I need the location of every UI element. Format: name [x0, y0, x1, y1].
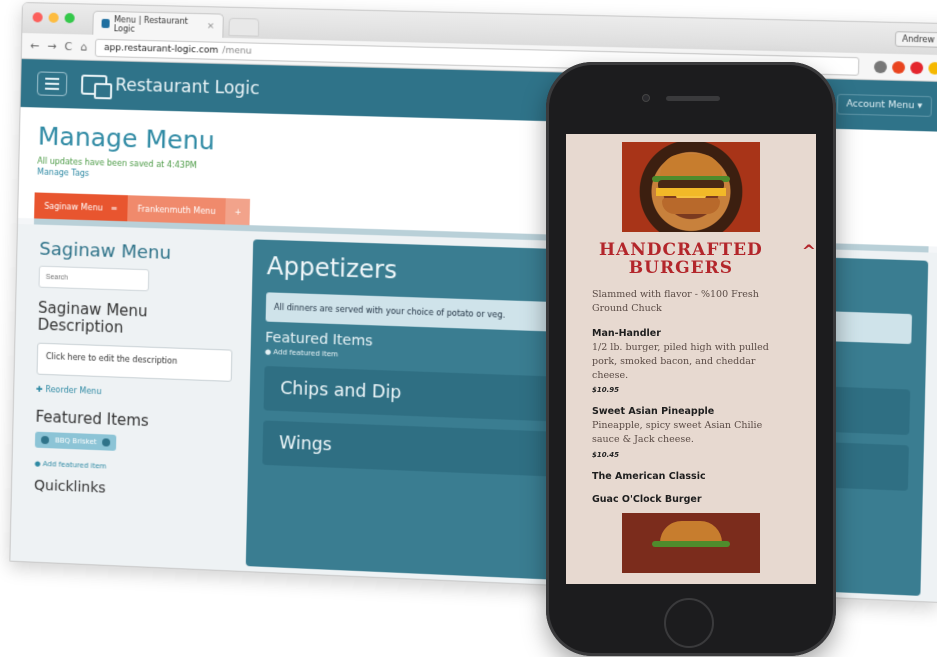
- item-name: The American Classic: [592, 471, 706, 483]
- camera-icon: [642, 94, 650, 102]
- item-description: Pineapple, spicy sweet Asian Chilie sauc…: [592, 420, 763, 446]
- description-editor[interactable]: Click here to edit the description: [36, 342, 233, 382]
- item-name: Sweet Asian Pineapple: [592, 406, 715, 418]
- tab-label: Saginaw Menu: [44, 201, 103, 213]
- phone-screen: HANDCRAFTED BURGERS ^ Slammed with flavo…: [566, 134, 816, 584]
- add-featured-label: Add featured item: [273, 348, 339, 359]
- browser-tab[interactable]: Menu | Restaurant Logic ×: [92, 10, 224, 38]
- window-controls: [32, 12, 75, 24]
- chip-label: BBQ Brisket: [54, 435, 97, 446]
- item-name: Guac O'Clock Burger: [592, 494, 702, 506]
- add-featured-link[interactable]: ● Add featured item: [34, 459, 229, 475]
- extension-icon[interactable]: [928, 61, 937, 75]
- featured-item-chip[interactable]: BBQ Brisket: [34, 431, 117, 451]
- search-input[interactable]: [38, 265, 150, 292]
- brand-name: Restaurant Logic: [115, 75, 260, 100]
- close-tab-icon[interactable]: ×: [207, 21, 215, 31]
- home-button[interactable]: [664, 598, 714, 648]
- menu-item[interactable]: Man-Handler 1/2 lb. burger, piled high w…: [566, 328, 816, 394]
- close-window-button[interactable]: [32, 12, 43, 23]
- zoom-window-button[interactable]: [64, 12, 75, 24]
- description-heading: Saginaw Menu Description: [37, 298, 148, 337]
- burger-photo: [622, 142, 760, 232]
- reorder-menu-link[interactable]: ✚ Reorder Menu: [36, 384, 231, 400]
- favicon-icon: [101, 18, 110, 29]
- chat-logo-icon: [80, 74, 108, 96]
- item-name: Man-Handler: [592, 328, 661, 340]
- phone-mockup: HANDCRAFTED BURGERS ^ Slammed with flavo…: [546, 62, 836, 656]
- section-heading[interactable]: HANDCRAFTED BURGERS ^: [566, 240, 816, 278]
- extension-icon[interactable]: [873, 60, 888, 73]
- sidebar-menu-name: Saginaw Menu: [39, 238, 172, 264]
- item-price: $10.45: [592, 451, 620, 460]
- item-price: $10.95: [592, 386, 620, 395]
- item-description: 1/2 lb. burger, piled high with pulled p…: [592, 342, 769, 381]
- url-host: app.restaurant-logic.com: [104, 42, 219, 56]
- profile-button[interactable]: Andrew: [894, 31, 937, 48]
- menu-item[interactable]: Guac O'Clock Burger: [566, 494, 816, 505]
- chevron-up-icon[interactable]: ^: [802, 242, 816, 262]
- tab-frankenmuth-menu[interactable]: Frankenmuth Menu: [127, 195, 226, 225]
- section-tagline: Slammed with flavor - %100 Fresh Ground …: [592, 288, 759, 314]
- menu-item[interactable]: The American Classic: [566, 471, 816, 482]
- add-featured-label: Add featured item: [42, 459, 107, 471]
- forward-arrow-icon[interactable]: →: [47, 40, 57, 53]
- hamburger-menu-button[interactable]: [36, 71, 68, 97]
- burger-photo: [622, 513, 760, 574]
- tab-label: Frankenmuth Menu: [137, 204, 216, 216]
- back-arrow-icon[interactable]: ←: [30, 39, 39, 52]
- section-title: HANDCRAFTED BURGERS: [598, 240, 763, 278]
- url-path: /menu: [222, 45, 252, 57]
- brand[interactable]: Restaurant Logic: [80, 74, 260, 100]
- menu-item[interactable]: Sweet Asian Pineapple Pineapple, spicy s…: [566, 406, 816, 459]
- featured-items-heading: Featured Items: [35, 407, 150, 430]
- speaker-grill: [666, 96, 720, 101]
- add-menu-tab-button[interactable]: +: [225, 198, 251, 226]
- hero-composite: Menu | Restaurant Logic × Andrew ← → C ⌂…: [0, 0, 937, 657]
- tab-saginaw-menu[interactable]: Saginaw Menu ≡: [34, 192, 128, 222]
- extension-icons: [873, 60, 937, 75]
- remove-chip-icon[interactable]: [102, 437, 111, 447]
- account-menu-button[interactable]: Account Menu ▾: [836, 93, 933, 117]
- minimize-window-button[interactable]: [48, 12, 59, 23]
- tab-menu-icon[interactable]: ≡: [111, 203, 118, 212]
- tab-title: Menu | Restaurant Logic: [113, 14, 189, 34]
- menu-sidebar: Saginaw Menu Saginaw Menu Description Cl…: [26, 232, 241, 565]
- new-tab-button[interactable]: [228, 17, 260, 37]
- adblock-icon[interactable]: [910, 61, 924, 74]
- home-icon[interactable]: ⌂: [80, 40, 87, 53]
- reload-icon[interactable]: C: [64, 40, 72, 53]
- grip-icon: [40, 435, 50, 444]
- quicklinks-heading: Quicklinks: [33, 477, 106, 497]
- opera-icon[interactable]: [892, 60, 906, 74]
